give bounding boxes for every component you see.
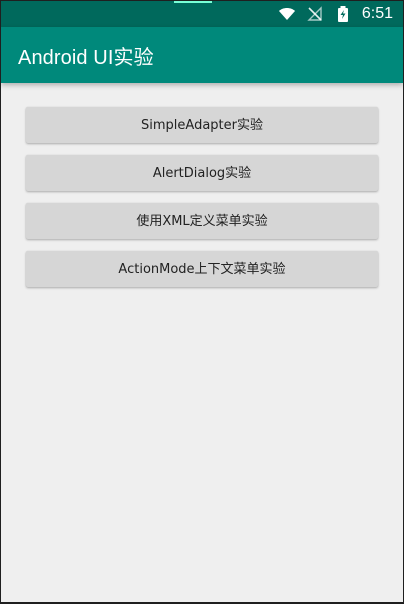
- action-mode-menu-button-label: ActionMode上下文菜单实验: [118, 261, 286, 277]
- button-list: SimpleAdapter实验 AlertDialog实验 使用XML定义菜单实…: [1, 83, 403, 287]
- alert-dialog-button[interactable]: AlertDialog实验: [26, 155, 378, 191]
- status-icons: 6:51: [278, 4, 393, 24]
- signal-off-icon: [306, 5, 324, 23]
- battery-charging-icon: [334, 5, 352, 23]
- wifi-icon: [278, 5, 296, 23]
- page-title: Android UI实验: [18, 46, 154, 69]
- simple-adapter-button[interactable]: SimpleAdapter实验: [26, 107, 378, 143]
- xml-menu-button-label: 使用XML定义菜单实验: [136, 213, 268, 229]
- app-toolbar: Android UI实验: [1, 27, 403, 83]
- action-mode-menu-button[interactable]: ActionMode上下文菜单实验: [26, 251, 378, 287]
- status-bar-accent: [174, 1, 212, 3]
- screen: 6:51 Android UI实验 SimpleAdapter实验 AlertD…: [1, 1, 403, 602]
- status-time: 6:51: [361, 5, 393, 22]
- xml-menu-button[interactable]: 使用XML定义菜单实验: [26, 203, 378, 239]
- simple-adapter-button-label: SimpleAdapter实验: [141, 117, 263, 133]
- alert-dialog-button-label: AlertDialog实验: [152, 165, 252, 181]
- status-bar: 6:51: [1, 1, 403, 27]
